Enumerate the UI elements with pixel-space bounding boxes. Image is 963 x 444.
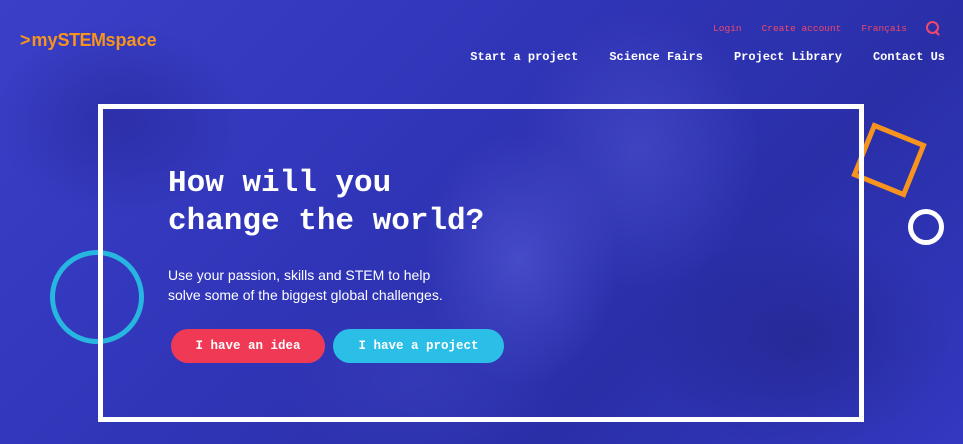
subtext-line-2: solve some of the biggest global challen… — [168, 287, 443, 303]
nav-contact-us[interactable]: Contact Us — [873, 50, 945, 64]
subtext-line-1: Use your passion, skills and STEM to hel… — [168, 267, 431, 283]
have-idea-button[interactable]: I have an idea — [171, 329, 325, 363]
headline-line-1: How will you — [168, 166, 392, 201]
logo-my: my — [31, 30, 58, 50]
logo-chevron: > — [20, 30, 31, 50]
logo-stem: STEM — [57, 30, 107, 50]
language-link[interactable]: Français — [861, 23, 907, 34]
have-project-button[interactable]: I have a project — [333, 329, 504, 363]
hero-subtext: Use your passion, skills and STEM to hel… — [168, 265, 498, 305]
brand-logo[interactable]: > my STEM space — [20, 30, 157, 51]
search-icon[interactable] — [925, 20, 941, 36]
nav-science-fairs[interactable]: Science Fairs — [609, 50, 703, 64]
logo-space: space — [105, 30, 157, 50]
decorative-white-circle — [908, 209, 944, 245]
hero-headline: How will you change the world? — [168, 165, 588, 241]
login-link[interactable]: Login — [713, 23, 742, 34]
utility-nav: Login Create account Français — [693, 20, 941, 36]
headline-line-2: change the world? — [168, 204, 485, 239]
nav-start-project[interactable]: Start a project — [470, 50, 578, 64]
nav-project-library[interactable]: Project Library — [734, 50, 842, 64]
hero-page: > my STEM space Login Create account França… — [0, 0, 963, 444]
hero-frame — [98, 104, 864, 422]
create-account-link[interactable]: Create account — [762, 23, 842, 34]
main-nav: Start a project Science Fairs Project Li… — [439, 50, 945, 64]
